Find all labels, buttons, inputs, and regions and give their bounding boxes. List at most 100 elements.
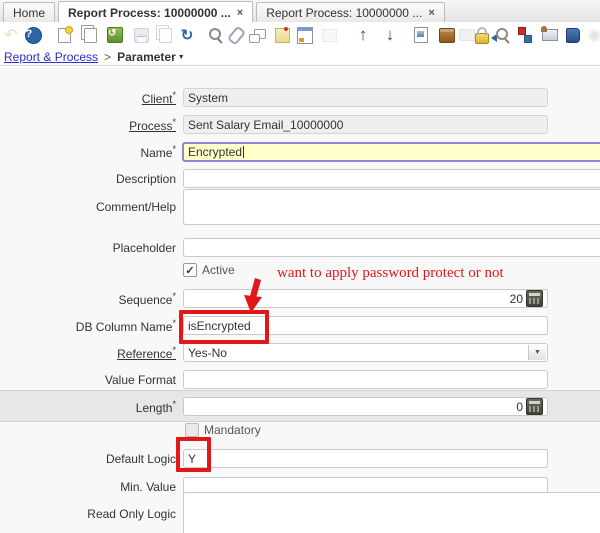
- min-value-label: Min. Value: [0, 480, 176, 494]
- save-create-icon: [156, 26, 174, 44]
- description-label: Description: [0, 172, 176, 186]
- new-record-icon[interactable]: [55, 26, 73, 44]
- delete-record-icon[interactable]: ↺: [106, 26, 124, 44]
- find-icon[interactable]: [204, 26, 222, 44]
- sheet-shape: [58, 28, 71, 43]
- length-value: 0: [188, 400, 523, 414]
- name-value: Encrypted: [188, 145, 242, 159]
- value-format-field[interactable]: [183, 370, 548, 389]
- value-format-label: Value Format: [0, 373, 176, 387]
- length-field[interactable]: 0: [183, 397, 548, 416]
- blue-box-shape: [566, 28, 580, 43]
- process-value: Sent Salary Email_10000000: [188, 118, 343, 132]
- parameter-form: Client* System Process* Sent Salary Emai…: [0, 67, 600, 533]
- db-column-name-value: isEncrypted: [188, 319, 251, 333]
- tab-home[interactable]: Home: [3, 2, 55, 22]
- archive-icon[interactable]: [438, 26, 456, 44]
- close-icon[interactable]: ×: [237, 8, 243, 18]
- breadcrumb-current-label: Parameter: [117, 50, 176, 64]
- name-label: Name*: [0, 144, 176, 160]
- chat-icon[interactable]: [249, 26, 267, 44]
- breadcrumb-parent-link[interactable]: Report & Process: [4, 50, 98, 64]
- breadcrumb: Report & Process > Parameter▼: [0, 48, 600, 66]
- report-doc-shape: [414, 27, 428, 43]
- report-icon[interactable]: [412, 26, 430, 44]
- sticky-note-shape: [275, 28, 290, 43]
- next-record-icon[interactable]: ↓: [381, 26, 399, 44]
- requests-icon[interactable]: [541, 26, 559, 44]
- comment-help-label: Comment/Help: [0, 200, 176, 214]
- grid-toggle-icon[interactable]: [296, 26, 314, 44]
- detail-record-icon: [320, 26, 338, 44]
- active-label: Active: [202, 263, 235, 277]
- calculator-icon[interactable]: [526, 398, 543, 415]
- undo-icon: ↶: [2, 26, 20, 44]
- padlock-shape: [475, 33, 489, 44]
- grid-shape: [297, 27, 313, 44]
- previous-record-icon[interactable]: ↑: [354, 26, 372, 44]
- help-icon[interactable]: ?: [24, 26, 42, 44]
- reference-label: Reference*: [0, 345, 176, 361]
- sequence-label: Sequence*: [0, 291, 176, 307]
- toolbar: ↶ ? ↺ ↻ ↑ ↓: [0, 22, 600, 48]
- envelope-shape: [542, 29, 558, 41]
- lock-icon[interactable]: [473, 26, 491, 44]
- length-label: Length*: [0, 399, 176, 415]
- tab-report-process-active[interactable]: Report Process: 10000000 ... ×: [58, 1, 253, 23]
- tab-label: Report Process: 10000000 ...: [68, 6, 231, 20]
- note-icon[interactable]: [273, 26, 291, 44]
- client-label: Client*: [0, 90, 176, 106]
- chevron-down-icon: ▼: [534, 349, 541, 356]
- paperclip-shape: [226, 25, 245, 45]
- zoom-across-icon[interactable]: [491, 26, 509, 44]
- close-icon[interactable]: ×: [428, 8, 434, 18]
- gear-shape: [588, 29, 600, 42]
- tab-bar: Home Report Process: 10000000 ... × Repo…: [0, 0, 600, 23]
- client-field[interactable]: System: [183, 88, 548, 107]
- archive-box-shape: [439, 28, 455, 43]
- product-info-icon[interactable]: [564, 26, 582, 44]
- reference-value: Yes-No: [188, 346, 227, 360]
- active-checkbox[interactable]: ✓: [183, 263, 197, 277]
- mandatory-label: Mandatory: [204, 423, 261, 437]
- default-logic-label: Default Logic: [0, 452, 176, 466]
- breadcrumb-current-menu[interactable]: Parameter▼: [117, 50, 185, 64]
- client-value: System: [188, 91, 228, 105]
- sheet-shape: [84, 28, 97, 43]
- reference-combobox[interactable]: Yes-No ▼: [183, 343, 548, 362]
- floppy-shape: [134, 28, 149, 43]
- default-logic-value: Y: [188, 452, 196, 466]
- app-window: Home Report Process: 10000000 ... × Repo…: [0, 0, 600, 533]
- read-only-logic-field[interactable]: [183, 492, 600, 533]
- copy-record-icon[interactable]: [81, 26, 99, 44]
- db-column-name-field[interactable]: isEncrypted: [183, 316, 548, 335]
- preferences-icon: [585, 26, 600, 44]
- annotation-text: want to apply password protect or not: [277, 265, 504, 282]
- process-field[interactable]: Sent Salary Email_10000000: [183, 115, 548, 134]
- placeholder-field[interactable]: [183, 238, 600, 257]
- mandatory-checkbox[interactable]: [185, 423, 199, 437]
- workflow-shape: [517, 27, 533, 43]
- sequence-field[interactable]: 20: [183, 289, 548, 308]
- read-only-logic-label: Read Only Logic: [0, 507, 176, 521]
- comment-help-field[interactable]: [183, 189, 600, 225]
- text-cursor: [243, 146, 244, 158]
- tab-report-process-2[interactable]: Report Process: 10000000 ... ×: [256, 2, 445, 22]
- check-icon: ✓: [185, 264, 194, 277]
- workflow-icon[interactable]: [516, 26, 534, 44]
- refresh-icon[interactable]: ↻: [178, 26, 196, 44]
- name-field[interactable]: Encrypted: [182, 142, 600, 162]
- description-field[interactable]: [183, 169, 600, 188]
- attachment-icon[interactable]: [227, 26, 245, 44]
- active-row: ✓ Active: [183, 263, 235, 277]
- sequence-value: 20: [188, 292, 523, 306]
- process-label: Process*: [0, 117, 176, 133]
- calculator-icon[interactable]: [526, 290, 543, 307]
- breadcrumb-separator: >: [104, 50, 111, 64]
- default-logic-field[interactable]: Y: [183, 449, 548, 468]
- placeholder-label: Placeholder: [0, 241, 176, 255]
- tab-label: Report Process: 10000000 ...: [266, 6, 422, 20]
- db-column-name-label: DB Column Name*: [0, 318, 176, 334]
- recycle-glyph: ↺: [107, 27, 123, 43]
- dropdown-button[interactable]: ▼: [528, 345, 546, 360]
